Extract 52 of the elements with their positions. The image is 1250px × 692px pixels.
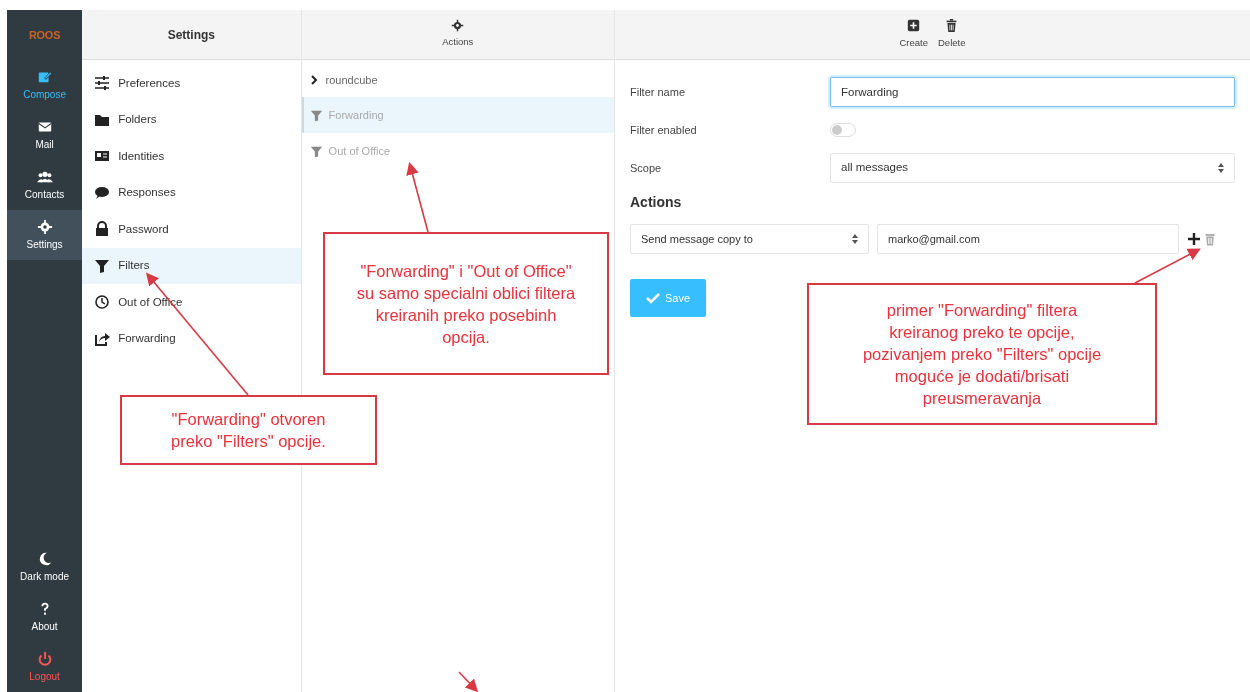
- toolbar-button[interactable]: Delete: [938, 18, 966, 51]
- settings-item[interactable]: Identities: [82, 138, 301, 175]
- trash-icon: [1204, 231, 1216, 247]
- field-label: Filter enabled: [630, 122, 698, 138]
- power-icon: [36, 650, 53, 667]
- nav-button[interactable]: About: [7, 592, 83, 642]
- toolbar-button[interactable]: Actions: [442, 19, 474, 50]
- toggle-switch[interactable]: [830, 123, 856, 137]
- chevron-right-icon: [309, 75, 318, 85]
- settings-item[interactable]: Responses: [82, 174, 301, 211]
- trash-icon: [945, 18, 959, 34]
- check-icon: [645, 292, 660, 304]
- sliders-icon: [94, 75, 111, 92]
- up-down-arrow-icon: [852, 234, 858, 244]
- arrow: [1134, 248, 1201, 284]
- clock-icon: [94, 294, 111, 311]
- funnel-icon: [309, 144, 323, 158]
- plus-icon: [1187, 232, 1201, 246]
- nav-button[interactable]: Contacts: [7, 160, 83, 210]
- field-label: Scope: [630, 160, 663, 176]
- select-field[interactable]: Send message copy to: [630, 224, 869, 254]
- text-field[interactable]: marko@gmail.com: [877, 224, 1179, 254]
- callout-box: "Forwarding" otvoren preko "Filters" opcije.: [120, 395, 377, 465]
- arrow: [406, 161, 429, 233]
- toolbar-button[interactable]: Create: [899, 18, 928, 51]
- callout-box: primer "Forwarding" filtera kreiranog preko te opcije, pozivanjem preko "Filters" opcije moguće je dodati/brisati preusmeravanja: [807, 283, 1157, 425]
- settings-item[interactable]: Forwarding: [82, 320, 301, 357]
- panel-title: Settings: [167, 26, 216, 44]
- funnel-icon: [309, 108, 323, 122]
- filter-set-row[interactable]: roundcube: [301, 63, 614, 97]
- nav-button[interactable]: Compose: [7, 60, 83, 110]
- arrow: [458, 671, 479, 692]
- lock-icon: [94, 221, 111, 238]
- settings-item[interactable]: Password: [82, 211, 301, 248]
- text-field[interactable]: Forwarding: [830, 77, 1235, 107]
- speech-bubble-icon: [94, 184, 111, 201]
- share-icon: [94, 330, 111, 347]
- settings-item[interactable]: Filters: [82, 247, 301, 284]
- logo-text: ROOS: [28, 29, 61, 41]
- up-down-arrow-icon: [1218, 163, 1224, 173]
- nav-button[interactable]: Settings: [7, 210, 83, 260]
- nav-button[interactable]: Logout: [7, 642, 83, 692]
- settings-item[interactable]: Folders: [82, 101, 301, 138]
- nav-button[interactable]: Dark mode: [7, 542, 83, 592]
- field-label: Filter name: [630, 84, 686, 100]
- section-heading: Actions: [630, 192, 683, 212]
- callout-box: "Forwarding" i "Out of Office" su samo specialni oblici filtera kreiranih preko posebinh opcija.: [323, 232, 609, 375]
- funnel-icon: [94, 257, 111, 274]
- settings-item[interactable]: Preferences: [82, 65, 301, 102]
- nav-button[interactable]: Mail: [7, 110, 83, 160]
- plus-square-icon: [907, 18, 921, 34]
- select-field[interactable]: all messages: [830, 153, 1235, 183]
